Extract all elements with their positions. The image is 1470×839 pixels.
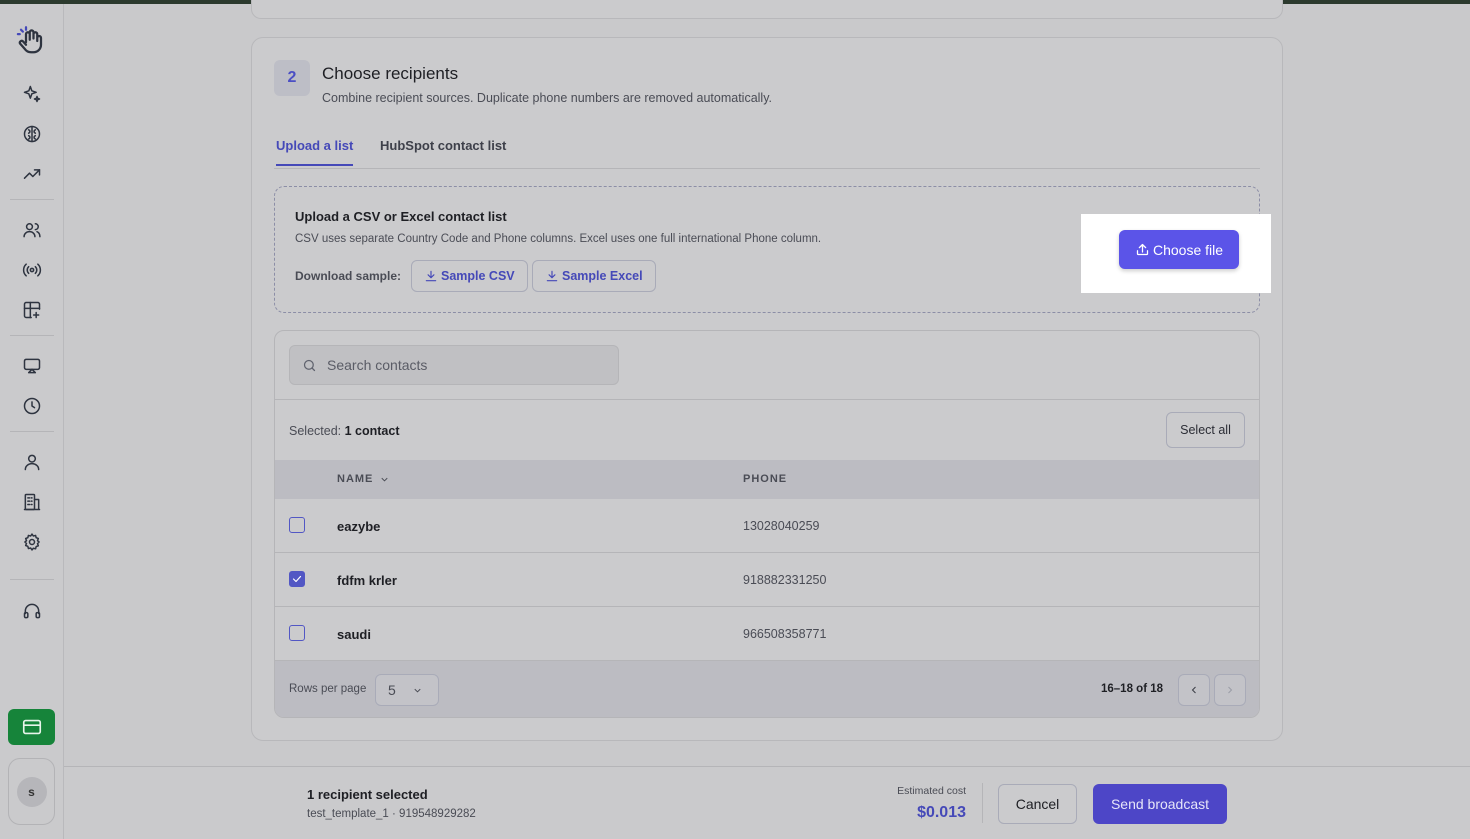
billing-button[interactable] <box>8 709 55 745</box>
user-icon[interactable] <box>16 446 48 478</box>
contact-name: eazybe <box>337 519 381 534</box>
contact-phone: 13028040259 <box>743 519 820 533</box>
sidebar-divider <box>10 199 54 200</box>
sample-excel-button[interactable]: Sample Excel <box>532 260 656 292</box>
send-broadcast-button[interactable]: Send broadcast <box>1093 784 1227 824</box>
broadcast-action-bar: 1 recipient selected test_template_1 · 9… <box>64 766 1470 839</box>
sidebar-divider <box>10 579 54 580</box>
chevron-right-icon <box>1228 686 1233 694</box>
contacts-panel: Search contacts Selected: 1 contact Sele… <box>274 330 1260 718</box>
layout-plus-icon[interactable] <box>16 294 48 326</box>
table-row[interactable]: eazybe 13028040259 <box>275 499 1259 553</box>
step-number-badge: 2 <box>274 60 310 96</box>
chevron-left-icon <box>1191 686 1196 694</box>
row-checkbox[interactable] <box>289 625 305 641</box>
step-title: Choose recipients <box>322 64 459 83</box>
download-sample-label: Download sample: <box>295 269 402 283</box>
next-page-button[interactable] <box>1214 674 1246 706</box>
tab-upload-list[interactable]: Upload a list <box>276 138 354 166</box>
choose-file-label: Choose file <box>1152 241 1224 258</box>
building-icon[interactable] <box>16 486 48 518</box>
select-all-button[interactable]: Select all <box>1166 412 1245 448</box>
users-icon[interactable] <box>16 214 48 246</box>
contact-phone: 918882331250 <box>743 573 827 587</box>
contact-phone: 966508358771 <box>743 627 827 641</box>
phone-column-header: PHONE <box>743 473 788 485</box>
page-range: 16–18 of 18 <box>1101 683 1164 695</box>
rows-per-page-label: Rows per page <box>289 683 367 695</box>
estimated-cost-label: Estimated cost <box>897 785 966 797</box>
table-pagination: Rows per page 5 16–18 of 18 <box>275 661 1259 717</box>
cancel-button[interactable]: Cancel <box>998 784 1077 824</box>
choose-recipients-card: 2 Choose recipients Combine recipient so… <box>251 37 1283 741</box>
estimated-cost-value: $0.013 <box>917 804 966 821</box>
avatar: s <box>16 776 47 807</box>
table-header: NAME PHONE <box>275 460 1259 499</box>
check-icon <box>292 575 302 583</box>
brain-icon[interactable] <box>16 118 48 150</box>
contact-name: saudi <box>337 627 371 642</box>
contact-name: fdfm krler <box>337 573 397 588</box>
previous-step-card <box>251 0 1283 19</box>
upload-title: Upload a CSV or Excel contact list <box>295 209 507 224</box>
gear-icon[interactable] <box>16 526 48 558</box>
chevron-down-icon <box>414 688 421 693</box>
rows-per-page-select[interactable]: 5 <box>375 674 439 706</box>
table-row[interactable]: saudi 966508358771 <box>275 607 1259 661</box>
headphones-icon[interactable] <box>16 595 48 627</box>
sidebar-divider <box>10 431 54 432</box>
selected-count: Selected: 1 contact <box>289 424 400 438</box>
name-column-header[interactable]: NAME <box>337 473 390 485</box>
choose-file-button[interactable]: Choose file <box>1119 230 1239 269</box>
upload-description: CSV uses separate Country Code and Phone… <box>295 233 822 245</box>
credit-card-icon <box>22 719 41 735</box>
download-icon <box>425 270 437 282</box>
account-menu[interactable]: s <box>8 758 55 825</box>
hand-logo-icon[interactable] <box>14 22 48 60</box>
sidebar-divider <box>10 335 54 336</box>
clock-icon[interactable] <box>16 390 48 422</box>
sparkles-icon[interactable] <box>16 78 48 110</box>
row-checkbox[interactable] <box>289 571 305 587</box>
recipient-source-tabs: Upload a list HubSpot contact list <box>274 128 1260 169</box>
broadcast-icon[interactable] <box>16 254 48 286</box>
selection-bar: Selected: 1 contact Select all <box>275 399 1259 460</box>
sidebar: s <box>0 4 64 839</box>
step-subtitle: Combine recipient sources. Duplicate pho… <box>322 91 772 105</box>
recipient-detail: test_template_1 · 919548929282 <box>307 808 476 820</box>
monitor-icon[interactable] <box>16 350 48 382</box>
sample-excel-label: Sample Excel <box>562 269 643 283</box>
tab-hubspot-contact-list[interactable]: HubSpot contact list <box>380 138 506 164</box>
table-row[interactable]: fdfm krler 918882331250 <box>275 553 1259 607</box>
recipient-count: 1 recipient selected <box>307 787 428 802</box>
search-placeholder: Search contacts <box>327 357 428 373</box>
upload-icon <box>1136 243 1149 256</box>
chevron-down-icon <box>381 477 388 482</box>
row-checkbox[interactable] <box>289 517 305 533</box>
sample-csv-button[interactable]: Sample CSV <box>411 260 528 292</box>
sample-csv-label: Sample CSV <box>441 269 515 283</box>
trending-icon[interactable] <box>16 158 48 190</box>
previous-page-button[interactable] <box>1178 674 1210 706</box>
download-icon <box>546 270 558 282</box>
search-input[interactable]: Search contacts <box>289 345 619 385</box>
divider <box>982 783 983 823</box>
search-icon <box>303 359 316 371</box>
